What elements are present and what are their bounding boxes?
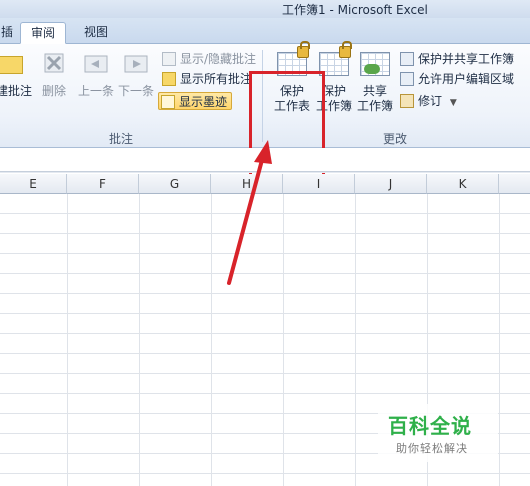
- column-header-partial[interactable]: [499, 174, 530, 194]
- column-header-i[interactable]: I: [283, 174, 355, 194]
- track-changes-label: 修订: [418, 94, 443, 108]
- show-hide-label: 显示/隐藏批注: [180, 52, 257, 66]
- show-ink-button[interactable]: 显示墨迹: [158, 92, 233, 110]
- share-workbook-label-1: 共享: [362, 84, 387, 98]
- track-changes-button[interactable]: 修订 ▼: [398, 92, 457, 110]
- tab-review[interactable]: 审阅: [20, 22, 66, 44]
- watermark-main-text: 百科全说: [388, 414, 472, 438]
- formula-bar[interactable]: [0, 148, 530, 173]
- previous-comment-button[interactable]: 上一条: [76, 50, 116, 99]
- show-ink-label: 显示墨迹: [179, 95, 228, 109]
- changes-group-label: 更改: [382, 132, 407, 146]
- previous-label: 上一条: [77, 84, 114, 98]
- ribbon: 建批注 删除 上一条 下一条 显示/隐藏批注 显示所有批注 显示墨迹 批注 保护…: [0, 41, 530, 184]
- window-title: 工作簿1 - Microsoft Excel: [282, 3, 428, 17]
- show-all-comments-button[interactable]: 显示所有批注: [160, 70, 252, 88]
- new-comment-button[interactable]: 建批注: [0, 50, 34, 99]
- title-bar: 工作簿1 - Microsoft Excel: [0, 0, 530, 18]
- allow-edit-ranges-button[interactable]: 允许用户编辑区域: [398, 70, 514, 88]
- comments-group-label: 批注: [108, 132, 133, 146]
- share-workbook-button[interactable]: 共享 工作簿: [354, 50, 396, 114]
- protect-share-icon: [400, 52, 414, 66]
- protect-share-workbook-button[interactable]: 保护并共享工作簿: [398, 50, 514, 68]
- tab-insert-partial[interactable]: 插: [0, 22, 14, 44]
- new-comment-label: 建批注: [0, 84, 32, 98]
- comments-icon: [162, 72, 176, 86]
- show-hide-comment-button[interactable]: 显示/隐藏批注: [160, 50, 256, 68]
- share-workbook-label-2: 工作簿: [356, 99, 393, 113]
- next-comment-button[interactable]: 下一条: [116, 50, 156, 99]
- delete-icon: [39, 50, 69, 78]
- previous-comment-icon: [81, 50, 111, 78]
- new-comment-icon: [0, 50, 29, 78]
- allow-edit-ranges-label: 允许用户编辑区域: [418, 72, 515, 86]
- watermark-sub-text: 助你轻松解决: [396, 442, 468, 455]
- chevron-down-icon: ▼: [449, 98, 457, 108]
- show-all-label: 显示所有批注: [180, 72, 253, 86]
- comment-toggle-icon: [162, 52, 176, 66]
- ribbon-tab-row: 插 审阅 视图: [0, 18, 530, 44]
- track-changes-icon: [400, 94, 414, 108]
- protect-share-label: 保护并共享工作簿: [418, 52, 515, 66]
- ink-icon: [161, 95, 175, 109]
- edit-ranges-icon: [400, 72, 414, 86]
- column-header-k[interactable]: K: [427, 174, 499, 194]
- next-label: 下一条: [117, 84, 154, 98]
- column-header-g[interactable]: G: [139, 174, 211, 194]
- column-header-f[interactable]: F: [67, 174, 139, 194]
- tab-view[interactable]: 视图: [76, 22, 116, 44]
- delete-label: 删除: [41, 84, 66, 98]
- column-header-e[interactable]: E: [0, 174, 67, 194]
- delete-comment-button[interactable]: 删除: [34, 50, 74, 99]
- column-header-j[interactable]: J: [355, 174, 427, 194]
- share-workbook-icon: [360, 50, 390, 78]
- column-header-h[interactable]: H: [211, 174, 283, 194]
- watermark-logo: 百科全说 助你轻松解决: [378, 404, 498, 462]
- next-comment-icon: [121, 50, 151, 78]
